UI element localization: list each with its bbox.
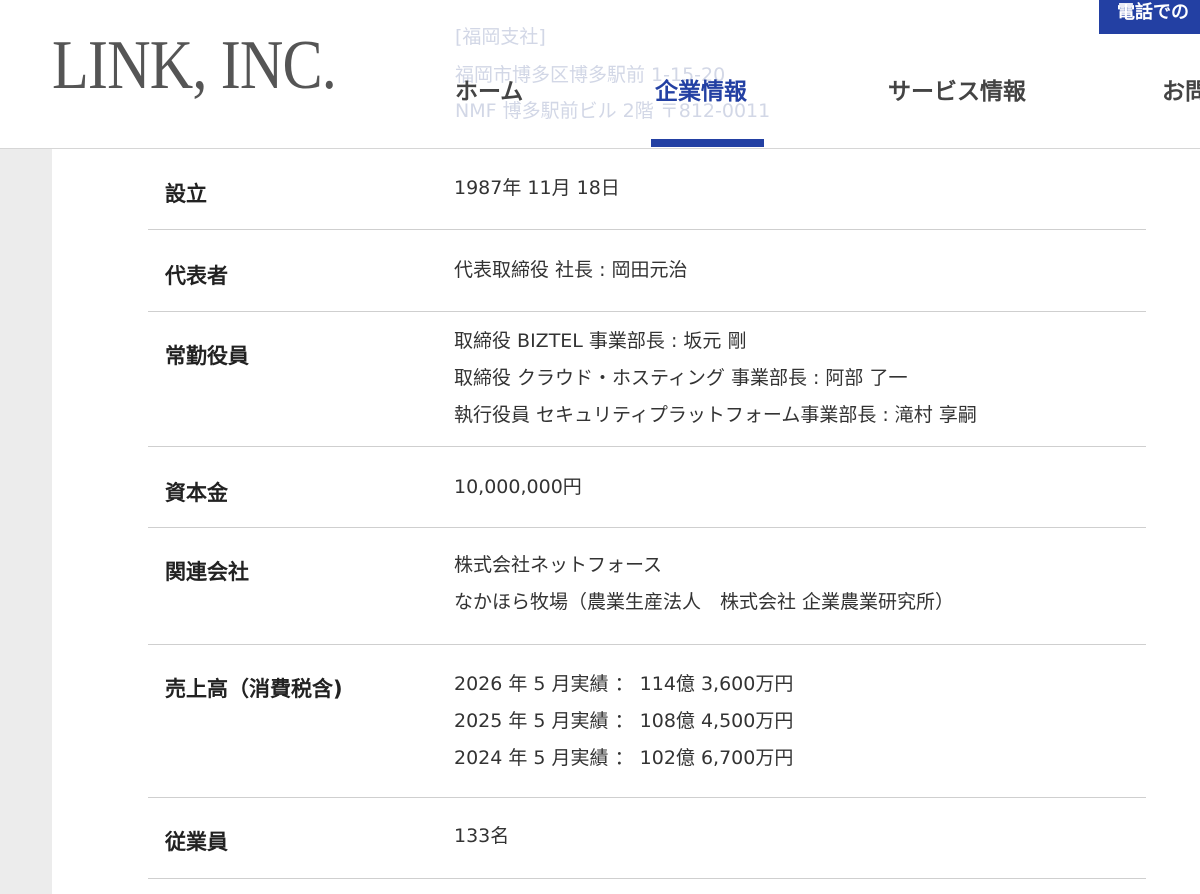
capital-amount: 10,000,000円: [454, 476, 582, 498]
label-affiliates: 関連会社: [165, 560, 249, 584]
nav-contact[interactable]: お問: [1162, 72, 1200, 106]
sales-item: 2026 年 5 月実績 ： 114億 3,600万円: [454, 673, 794, 695]
company-logo[interactable]: LINK, INC.: [52, 26, 337, 106]
company-info-table: 設立 1987年 11月 18日 代表者 代表取締役 社長 : 岡田元治 常勤役…: [148, 148, 1146, 879]
value-officers: 取締役 BIZTEL 事業部長 : 坂元 剛 取締役 クラウド・ホスティング 事…: [454, 323, 977, 434]
nav-active-indicator: [651, 139, 764, 147]
established-date: 1987年 11月 18日: [454, 177, 620, 199]
representative-name: 代表取締役 社長 : 岡田元治: [454, 259, 688, 281]
row-affiliates: 関連会社 株式会社ネットフォース なかほら牧場（農業生産法人 株式会社 企業農業…: [148, 528, 1146, 645]
employee-count: 133名: [454, 825, 510, 847]
value-capital: 10,000,000円: [454, 469, 582, 506]
label-representative: 代表者: [165, 264, 228, 288]
phone-contact-button[interactable]: 電話での: [1099, 0, 1200, 34]
label-officers: 常勤役員: [165, 344, 249, 368]
value-affiliates: 株式会社ネットフォース なかほら牧場（農業生産法人 株式会社 企業農業研究所）: [454, 547, 954, 621]
officer-item: 執行役員 セキュリティプラットフォーム事業部長 : 滝村 享嗣: [454, 404, 977, 426]
affiliate-item: 株式会社ネットフォース: [454, 554, 663, 576]
row-officers: 常勤役員 取締役 BIZTEL 事業部長 : 坂元 剛 取締役 クラウド・ホステ…: [148, 312, 1146, 447]
site-header: [福岡支社] 福岡市博多区博多駅前 1-15-20 NMF 博多駅前ビル 2階 …: [0, 0, 1200, 149]
row-representative: 代表者 代表取締役 社長 : 岡田元治: [148, 230, 1146, 312]
label-established: 設立: [165, 182, 207, 206]
value-sales: 2026 年 5 月実績 ： 114億 3,600万円 2025 年 5 月実績…: [454, 666, 793, 777]
nav-home[interactable]: ホーム: [455, 72, 523, 106]
row-established: 設立 1987年 11月 18日: [148, 148, 1146, 230]
value-established: 1987年 11月 18日: [454, 170, 620, 207]
row-employees: 従業員 133名: [148, 798, 1146, 879]
row-sales: 売上高（消費税含) 2026 年 5 月実績 ： 114億 3,600万円 20…: [148, 645, 1146, 798]
officer-item: 取締役 BIZTEL 事業部長 : 坂元 剛: [454, 330, 747, 352]
row-capital: 資本金 10,000,000円: [148, 447, 1146, 528]
value-representative: 代表取締役 社長 : 岡田元治: [454, 252, 688, 289]
value-employees: 133名: [454, 818, 509, 855]
label-sales: 売上高（消費税含): [165, 677, 343, 701]
nav-service-info[interactable]: サービス情報: [888, 72, 1026, 106]
label-employees: 従業員: [165, 830, 228, 854]
sales-item: 2025 年 5 月実績 ： 108億 4,500万円: [454, 710, 794, 732]
office-label: [福岡支社]: [455, 26, 546, 48]
affiliate-item: なかほら牧場（農業生産法人 株式会社 企業農業研究所）: [454, 591, 955, 613]
label-capital: 資本金: [165, 481, 228, 505]
sales-item: 2024 年 5 月実績 ： 102億 6,700万円: [454, 747, 794, 769]
nav-company-info[interactable]: 企業情報: [655, 72, 747, 106]
officer-item: 取締役 クラウド・ホスティング 事業部長 : 阿部 了一: [454, 367, 908, 389]
